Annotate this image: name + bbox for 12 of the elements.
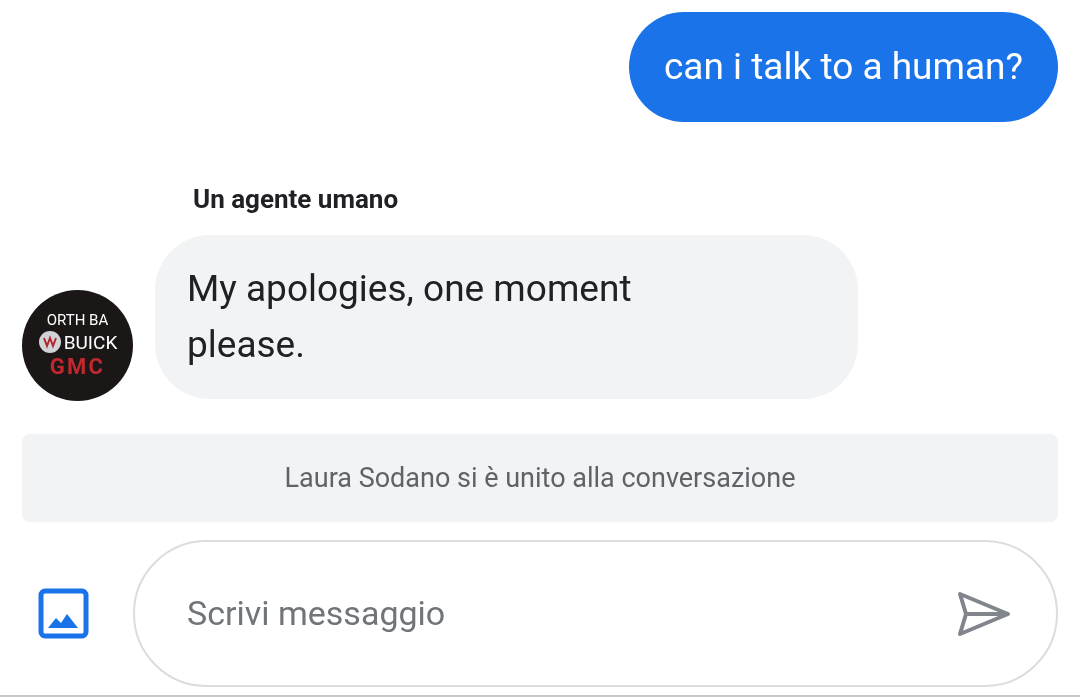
image-icon[interactable] xyxy=(38,588,89,639)
system-notice: Laura Sodano si è unito alla conversazione xyxy=(22,434,1058,522)
logo-text: BUICK xyxy=(63,332,118,352)
logo-text: ORTH BA xyxy=(46,313,109,328)
message-field[interactable]: Scrivi messaggio xyxy=(187,588,956,639)
outgoing-message: can i talk to a human? xyxy=(628,12,1058,122)
logo-text: GMC xyxy=(49,356,106,378)
incoming-message: My apologies, one moment please. xyxy=(155,235,858,399)
message-field[interactable]: Scrivi messaggio xyxy=(133,540,1058,687)
emblem-icon xyxy=(37,330,62,354)
send-icon[interactable] xyxy=(956,589,1012,638)
sender-name: Un agente umano xyxy=(193,183,400,216)
